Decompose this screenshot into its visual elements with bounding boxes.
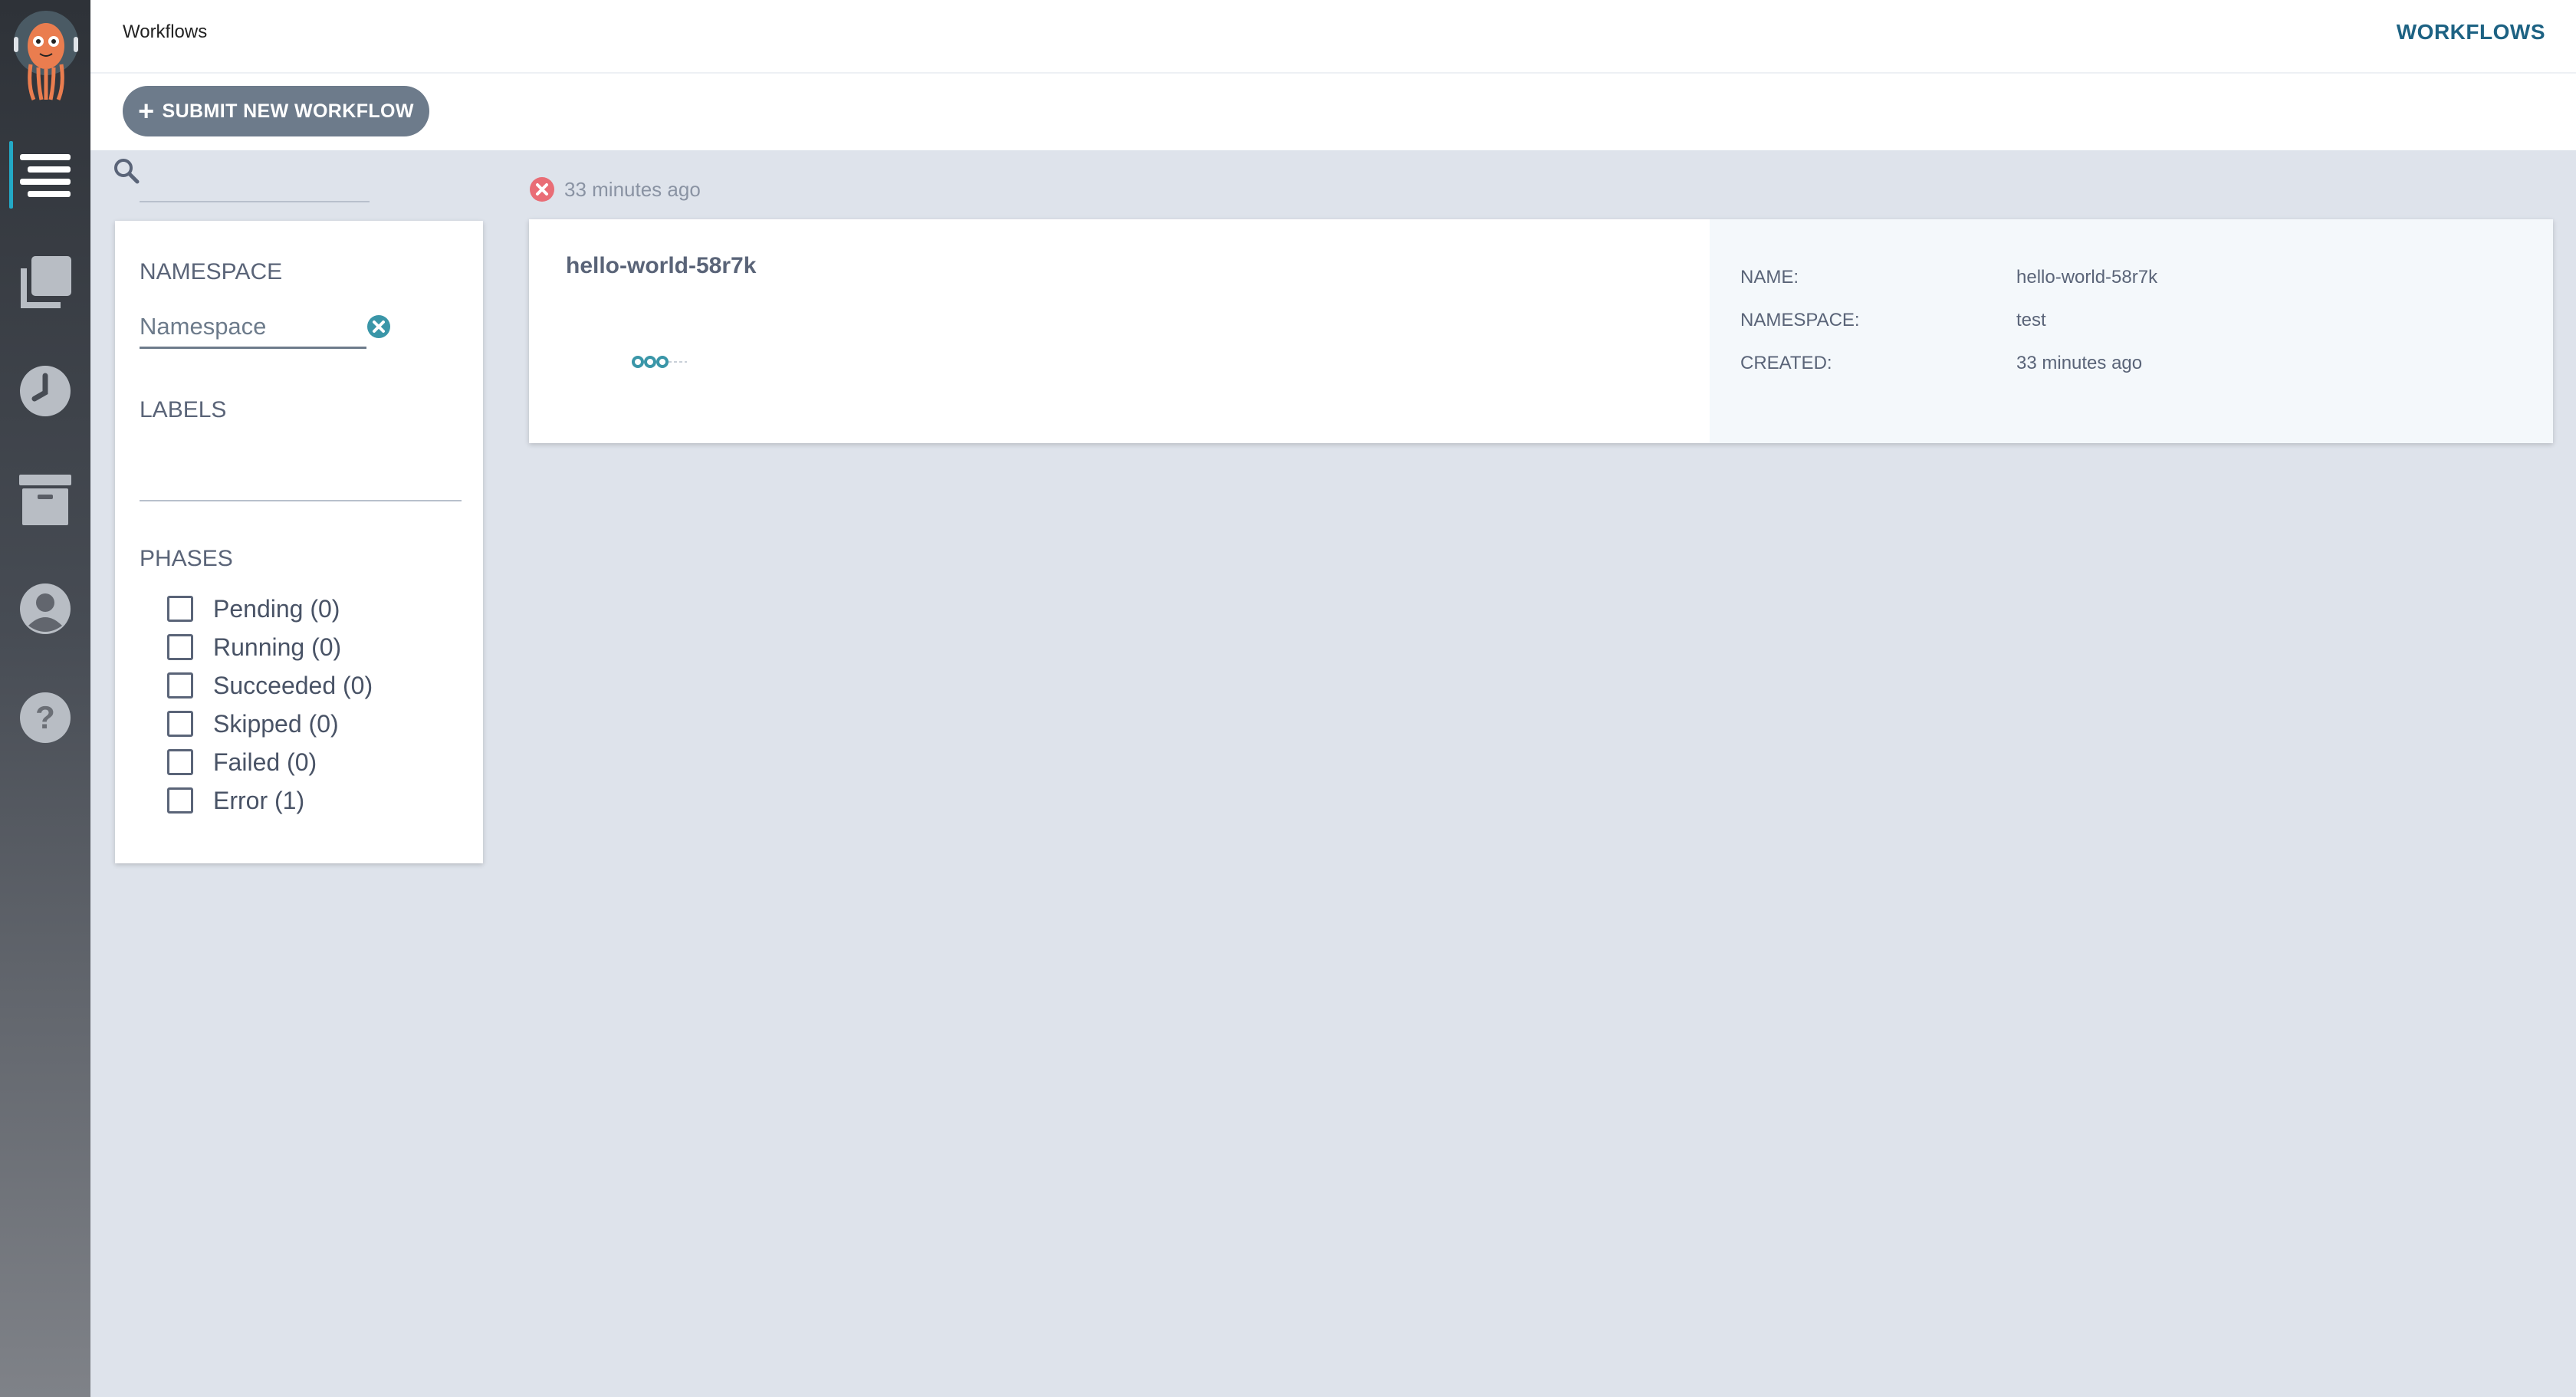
search-input[interactable]: [140, 158, 370, 202]
phase-label: Skipped (0): [213, 709, 339, 738]
sidebar-item-templates[interactable]: [0, 242, 90, 322]
phase-checkbox-error[interactable]: Error (1): [167, 784, 304, 817]
top-bar: Workflows WORKFLOWS: [90, 0, 2576, 74]
phase-checkbox-skipped[interactable]: Skipped (0): [167, 707, 339, 741]
labels-heading: LABELS: [140, 397, 227, 422]
phase-label: Pending (0): [213, 594, 340, 623]
plus-icon: +: [138, 95, 155, 127]
workflow-card[interactable]: hello-world-58r7k NAME: hello-world-58r7…: [529, 219, 2553, 443]
phase-label: Succeeded (0): [213, 671, 373, 699]
meta-created-label: CREATED:: [1740, 353, 1832, 373]
sidebar-item-cron[interactable]: [0, 351, 90, 431]
workflow-meta: NAME: hello-world-58r7k NAMESPACE: test …: [1710, 219, 2553, 443]
list-icon: [20, 154, 71, 197]
phase-label: Failed (0): [213, 748, 317, 776]
search-icon: [114, 159, 140, 184]
phase-label: Error (1): [213, 786, 305, 814]
meta-name-value: hello-world-58r7k: [2016, 267, 2158, 288]
filters-panel: NAMESPACE LABELS PHASES Pending (0) Runn…: [115, 221, 483, 863]
meta-name-label: NAME:: [1740, 267, 1799, 288]
action-bar: + SUBMIT NEW WORKFLOW: [90, 74, 2576, 150]
phase-checkbox-pending[interactable]: Pending (0): [167, 592, 340, 626]
user-icon: [20, 583, 71, 634]
page-title: Workflows: [123, 21, 208, 42]
submit-button-label: SUBMIT NEW WORKFLOW: [162, 100, 414, 122]
workflows-link[interactable]: WORKFLOWS: [2397, 20, 2545, 44]
workflow-status: 33 minutes ago: [529, 176, 701, 202]
namespace-input[interactable]: [140, 307, 366, 349]
sidebar: ?: [0, 0, 90, 1397]
archive-icon: [19, 475, 71, 525]
sidebar-item-user[interactable]: [0, 569, 90, 649]
phase-checkbox-running[interactable]: Running (0): [167, 630, 341, 664]
submit-new-workflow-button[interactable]: + SUBMIT NEW WORKFLOW: [123, 86, 429, 136]
svg-text:?: ?: [35, 699, 55, 735]
labels-input[interactable]: [140, 459, 462, 501]
phase-checkbox-failed[interactable]: Failed (0): [167, 745, 317, 779]
checkbox[interactable]: [167, 596, 193, 622]
checkbox[interactable]: [167, 711, 193, 737]
checkbox[interactable]: [167, 749, 193, 775]
meta-namespace-label: NAMESPACE:: [1740, 310, 1860, 330]
status-time: 33 minutes ago: [564, 177, 701, 201]
sidebar-item-archive[interactable]: [0, 460, 90, 540]
checkbox[interactable]: [167, 672, 193, 698]
clear-icon[interactable]: [366, 314, 391, 339]
namespace-heading: NAMESPACE: [140, 259, 283, 284]
workflow-graph-icon: [632, 356, 687, 368]
phases-heading: PHASES: [140, 546, 233, 571]
meta-namespace-value: test: [2016, 310, 2046, 330]
clock-icon: [20, 366, 71, 416]
checkbox[interactable]: [167, 634, 193, 660]
copy-icon: [21, 256, 71, 308]
error-status-icon: [530, 177, 554, 202]
phase-checkbox-succeeded[interactable]: Succeeded (0): [167, 669, 373, 702]
argo-logo[interactable]: [11, 9, 81, 101]
checkbox[interactable]: [167, 787, 193, 814]
meta-created-value: 33 minutes ago: [2016, 353, 2143, 373]
sidebar-item-workflows[interactable]: [0, 135, 90, 215]
help-icon: ?: [20, 692, 71, 743]
workflow-name[interactable]: hello-world-58r7k: [566, 253, 756, 279]
phase-label: Running (0): [213, 633, 342, 661]
sidebar-item-help[interactable]: ?: [0, 678, 90, 758]
